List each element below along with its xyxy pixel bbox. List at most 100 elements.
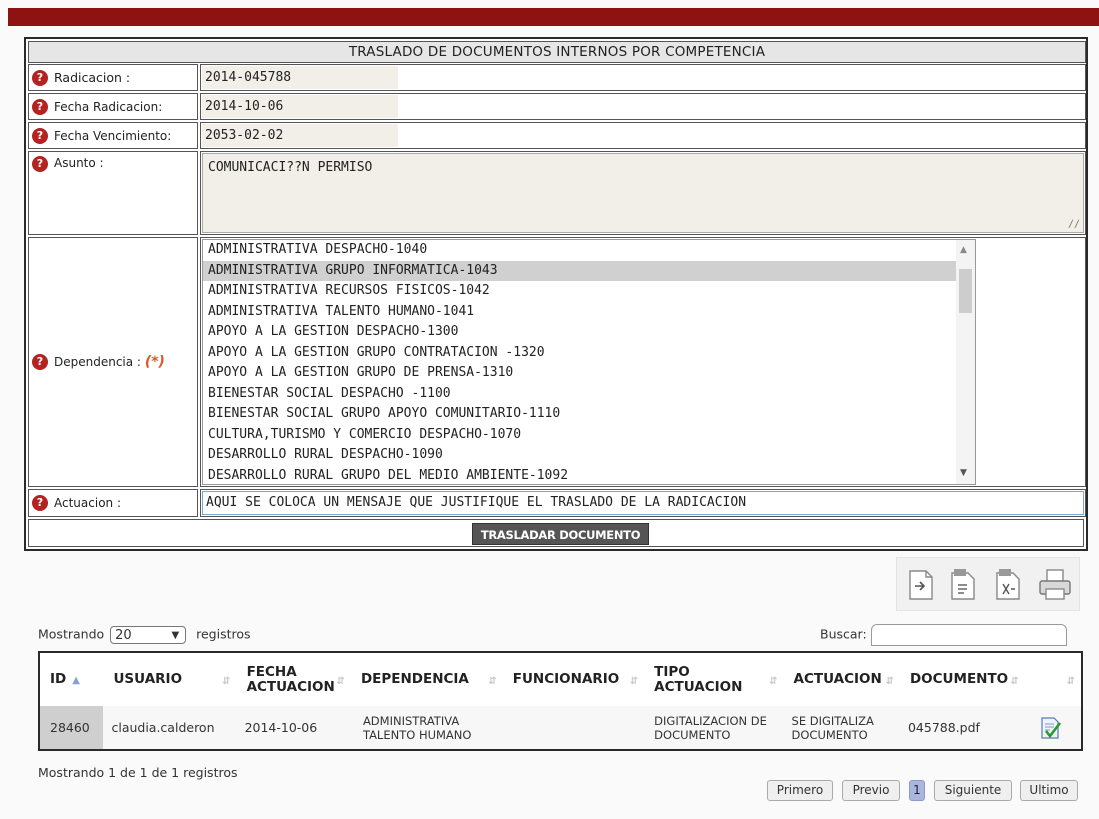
- column-header-dependencia[interactable]: DEPENDENCIA ⇵: [351, 652, 503, 706]
- table-row[interactable]: 28460 claudia.calderon 2014-10-06 ADMINI…: [39, 706, 1082, 750]
- column-header-actuacion[interactable]: ACTUACION ⇵: [784, 652, 900, 706]
- column-header-documento[interactable]: DOCUMENTO ⇵: [900, 652, 1025, 706]
- radicacion-value-cell: 2014-045788: [200, 64, 1086, 91]
- cell-tipo-actuacion: DIGITALIZACION DE DOCUMENTO: [644, 706, 784, 750]
- required-mark: (*): [144, 354, 165, 370]
- length-suffix: registros: [196, 626, 251, 642]
- sort-icon: ⇵: [1066, 676, 1075, 687]
- dependencia-option[interactable]: ADMINISTRATIVA TALENTO HUMANO-1041: [203, 302, 975, 323]
- actuacion-label-cell: ? Actuacion :: [28, 489, 198, 517]
- fecha-radicacion-field[interactable]: 2014-10-06: [202, 95, 398, 118]
- dependencia-option[interactable]: APOYO A LA GESTION GRUPO CONTRATACION -1…: [203, 343, 975, 364]
- asunto-label-cell: ? Asunto :: [28, 151, 198, 235]
- page-length-select[interactable]: 20 ▼: [110, 626, 187, 644]
- chevron-down-icon: ▼: [171, 630, 180, 641]
- actuacion-value-cell: AQUI SE COLOCA UN MENSAJE QUE JUSTIFIQUE…: [200, 489, 1086, 517]
- csv-file-icon[interactable]: [947, 567, 979, 603]
- dependencia-option[interactable]: ADMINISTRATIVA RECURSOS FISICOS-1042: [203, 281, 975, 302]
- traslado-form: TRASLADO DE DOCUMENTOS INTERNOS POR COMP…: [24, 37, 1088, 551]
- actuacion-label: Actuacion :: [54, 496, 121, 510]
- sort-asc-icon: ▲: [72, 674, 80, 686]
- column-header-tipo-actuacion[interactable]: TIPO ACTUACION ⇵: [644, 652, 783, 706]
- column-header-id[interactable]: ID ▲: [39, 652, 103, 706]
- previous-page-button[interactable]: Previo: [842, 780, 900, 801]
- help-icon[interactable]: ?: [32, 70, 48, 86]
- cell-usuario: claudia.calderon: [103, 706, 237, 750]
- cell-funcionario: [502, 706, 645, 750]
- fecha-vencimiento-field[interactable]: 2053-02-02: [202, 124, 398, 147]
- dependencia-option[interactable]: APOYO A LA GESTION GRUPO DE PRENSA-1310: [203, 363, 975, 384]
- dependencia-option[interactable]: DESARROLLO RURAL DESPACHO-1090: [203, 445, 975, 466]
- sort-icon: ⇵: [222, 676, 231, 687]
- first-page-button[interactable]: Primero: [767, 780, 833, 801]
- asunto-text: COMUNICACI??N PERMISO: [208, 160, 373, 175]
- actuaciones-table: ID ▲ USUARIO ⇵ FECHA ACTUACION ⇵ DEPENDENCI…: [38, 651, 1083, 751]
- help-icon[interactable]: ?: [32, 156, 48, 172]
- column-header-usuario[interactable]: USUARIO ⇵: [103, 652, 236, 706]
- sort-icon: ⇵: [336, 676, 345, 687]
- resize-grip-icon[interactable]: ∕∕: [1068, 219, 1080, 230]
- help-icon[interactable]: ?: [32, 495, 48, 511]
- button-row: TRASLADAR DOCUMENTO: [28, 519, 1084, 547]
- radicacion-label: Radicacion :: [54, 70, 131, 85]
- asunto-label: Asunto :: [54, 156, 104, 170]
- cell-documento[interactable]: 045788.pdf: [899, 706, 1025, 750]
- excel-file-icon[interactable]: [992, 567, 1024, 603]
- length-control: Mostrando 20 ▼ registros: [38, 626, 251, 644]
- length-prefix: Mostrando: [38, 626, 105, 642]
- dependencia-option[interactable]: BIENESTAR SOCIAL DESPACHO -1100: [203, 384, 975, 405]
- search-input[interactable]: [870, 624, 1067, 646]
- approve-document-icon[interactable]: [1037, 715, 1063, 741]
- asunto-value-cell: COMUNICACI??N PERMISO ∕∕: [200, 151, 1086, 235]
- radicacion-label-cell: ? Radicacion :: [28, 64, 198, 91]
- help-icon[interactable]: ?: [32, 354, 48, 370]
- header-bar: [8, 8, 1099, 26]
- dependencia-option[interactable]: BIENESTAR SOCIAL GRUPO APOYO COMUNITARIO…: [203, 404, 975, 425]
- fecha-radicacion-label-cell: ? Fecha Radicacion:: [28, 93, 198, 120]
- listbox-scrollbar[interactable]: ▲ ▼: [956, 240, 975, 484]
- dependencia-option[interactable]: APOYO A LA GESTION DESPACHO-1300: [203, 322, 975, 343]
- export-document-icon[interactable]: [905, 567, 937, 603]
- dependencia-option[interactable]: CULTURA,TURISMO Y COMERCIO DESPACHO-1070: [203, 425, 975, 446]
- fecha-vencimiento-value-cell: 2053-02-02: [200, 122, 1086, 149]
- asunto-textarea[interactable]: COMUNICACI??N PERMISO ∕∕: [202, 153, 1084, 233]
- last-page-button[interactable]: Ultimo: [1020, 780, 1078, 801]
- next-page-button[interactable]: Siguiente: [934, 780, 1012, 801]
- table-header-row: ID ▲ USUARIO ⇵ FECHA ACTUACION ⇵ DEPENDENCI…: [39, 652, 1082, 706]
- actuacion-input[interactable]: AQUI SE COLOCA UN MENSAJE QUE JUSTIFIQUE…: [202, 491, 1084, 515]
- column-header-actions[interactable]: ⇵: [1025, 652, 1082, 706]
- fecha-vencimiento-label: Fecha Vencimiento:: [54, 129, 172, 143]
- dependencia-label: Dependencia : (*): [54, 354, 165, 370]
- cell-dependencia: ADMINISTRATIVA TALENTO HUMANO: [350, 706, 503, 750]
- scroll-down-icon[interactable]: ▼: [960, 468, 967, 478]
- search-label: Buscar:: [820, 626, 867, 642]
- help-icon[interactable]: ?: [32, 128, 48, 144]
- dependencia-listbox[interactable]: ADMINISTRATIVA DESPACHO-1040 ADMINISTRATI…: [202, 239, 976, 485]
- table-info: Mostrando 1 de 1 de 1 registros: [38, 765, 238, 780]
- dependencia-option[interactable]: ADMINISTRATIVA DESPACHO-1040: [203, 240, 975, 261]
- sort-icon: ⇵: [488, 676, 497, 687]
- search-control: Buscar:: [820, 624, 1067, 646]
- form-title: TRASLADO DE DOCUMENTOS INTERNOS POR COMP…: [28, 41, 1086, 63]
- help-icon[interactable]: ?: [32, 99, 48, 115]
- fecha-radicacion-label: Fecha Radicacion:: [54, 100, 163, 114]
- printer-icon[interactable]: [1037, 567, 1073, 603]
- page-length-value: 20: [115, 628, 132, 643]
- sort-icon: ⇵: [1010, 676, 1019, 687]
- dependencia-option[interactable]: DESARROLLO RURAL GRUPO DEL MEDIO AMBIENT…: [203, 466, 975, 485]
- scroll-up-icon[interactable]: ▲: [960, 245, 967, 255]
- fecha-vencimiento-label-cell: ? Fecha Vencimiento:: [28, 122, 198, 149]
- page-1-button[interactable]: 1: [909, 780, 925, 801]
- dependencia-options: ADMINISTRATIVA DESPACHO-1040 ADMINISTRATI…: [203, 240, 975, 485]
- sort-icon: ⇵: [769, 676, 778, 687]
- column-header-funcionario[interactable]: FUNCIONARIO ⇵: [503, 652, 644, 706]
- trasladar-documento-button[interactable]: TRASLADAR DOCUMENTO: [472, 523, 649, 545]
- sort-icon: ⇵: [885, 676, 894, 687]
- cell-action: [1024, 706, 1082, 750]
- cell-actuacion: SE DIGITALIZA DOCUMENTO: [783, 706, 900, 750]
- scrollbar-thumb[interactable]: [959, 269, 972, 313]
- fecha-radicacion-value-cell: 2014-10-06: [200, 93, 1086, 120]
- column-header-fecha-actuacion[interactable]: FECHA ACTUACION ⇵: [237, 652, 351, 706]
- radicacion-field[interactable]: 2014-045788: [202, 66, 398, 89]
- dependencia-option[interactable]: ADMINISTRATIVA GRUPO INFORMATICA-1043: [203, 260, 975, 281]
